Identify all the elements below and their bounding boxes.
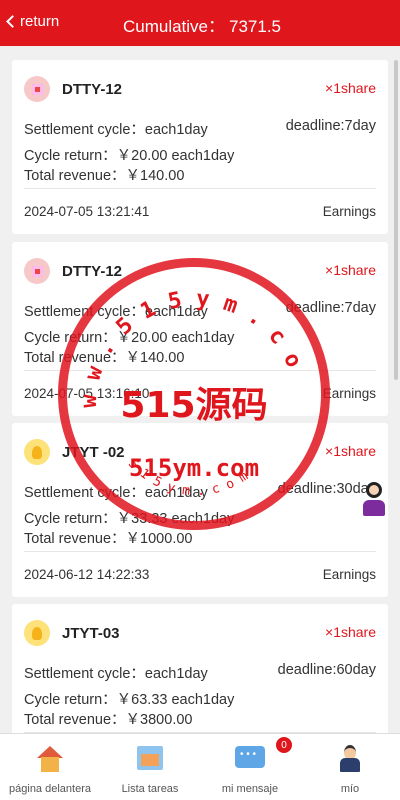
total-revenue-row: Total revenue：￥1000.00	[24, 527, 376, 548]
cycle-return-row: Cycle return：￥20.00 each1day	[24, 326, 376, 347]
bottom-tab-bar: página delantera Lista tareas mi mensaje…	[0, 733, 400, 800]
gift-icon	[24, 258, 50, 284]
deadline: deadline:60day	[277, 662, 376, 678]
tab-home[interactable]: página delantera	[0, 734, 100, 800]
product-name: JTYT -02	[62, 443, 125, 461]
deadline: deadline:7day	[285, 118, 376, 134]
message-icon	[235, 744, 265, 774]
earnings-link[interactable]: Earnings	[323, 386, 376, 401]
list-item[interactable]: JTYT-03 ×1share Settlement cycle：each1da…	[12, 604, 388, 733]
share-count: ×1share	[325, 80, 376, 96]
earnings-link[interactable]: Earnings	[323, 204, 376, 219]
tab-label: mi mensaje	[221, 783, 279, 795]
bulb-icon	[24, 620, 50, 646]
profile-icon	[335, 744, 365, 774]
cycle-return-row: Cycle return：￥20.00 each1day	[24, 144, 376, 165]
card-header: JTYT -02	[24, 439, 125, 465]
settlement-cycle: Settlement cycle：each1day	[24, 122, 208, 138]
purchase-date: 2024-07-05 13:16:10	[24, 386, 150, 401]
settlement-row: Settlement cycle：each1day deadline:60day	[24, 662, 376, 683]
share-count: ×1share	[325, 443, 376, 459]
list-item[interactable]: DTTY-12 ×1share Settlement cycle：each1da…	[12, 242, 388, 416]
cycle-return: Cycle return：￥20.00 each1day	[24, 148, 235, 164]
settlement-row: Settlement cycle：each1day deadline:30day	[24, 481, 376, 502]
settlement-cycle: Settlement cycle：each1day	[24, 485, 208, 501]
header-bar: return Cumulative： 7371.5	[0, 0, 400, 46]
purchase-date: 2024-06-12 14:22:33	[24, 567, 150, 582]
settlement-row: Settlement cycle：each1day deadline:7day	[24, 118, 376, 139]
home-icon	[35, 744, 65, 774]
agent-body	[363, 500, 385, 516]
total-revenue-row: Total revenue：￥140.00	[24, 346, 376, 367]
cycle-return-row: Cycle return：￥33.33 each1day	[24, 507, 376, 528]
total-revenue: Total revenue：￥1000.00	[24, 531, 193, 547]
cycle-return-row: Cycle return：￥63.33 each1day	[24, 688, 376, 709]
bulb-icon	[24, 439, 50, 465]
list-item[interactable]: DTTY-12 ×1share Settlement cycle：each1da…	[12, 60, 388, 234]
tab-label: página delantera	[9, 783, 91, 795]
total-revenue: Total revenue：￥140.00	[24, 350, 185, 366]
settlement-cycle: Settlement cycle：each1day	[24, 666, 208, 682]
product-name: DTTY-12	[62, 262, 123, 280]
task-list-icon	[135, 744, 165, 774]
settlement-row: Settlement cycle：each1day deadline:7day	[24, 300, 376, 321]
scrollbar[interactable]	[394, 60, 398, 380]
product-name: JTYT-03	[62, 624, 120, 642]
tab-profile[interactable]: mío	[300, 734, 400, 800]
card-header: JTYT-03	[24, 620, 120, 646]
page-title: Cumulative： 7371.5	[0, 12, 400, 37]
divider	[24, 551, 376, 552]
divider	[24, 370, 376, 371]
purchase-date: 2024-07-05 13:21:41	[24, 204, 150, 219]
customer-service-icon[interactable]	[360, 480, 388, 518]
headset-icon	[366, 482, 382, 498]
title-label: Cumulative：	[122, 17, 226, 36]
cycle-return: Cycle return：￥63.33 each1day	[24, 692, 235, 708]
total-revenue: Total revenue：￥3800.00	[24, 712, 193, 728]
total-revenue: Total revenue：￥140.00	[24, 168, 185, 184]
list-item[interactable]: JTYT -02 ×1share Settlement cycle：each1d…	[12, 423, 388, 597]
card-header: DTTY-12	[24, 76, 122, 102]
share-count: ×1share	[325, 624, 376, 640]
cycle-return: Cycle return：￥33.33 each1day	[24, 511, 235, 527]
share-count: ×1share	[325, 262, 376, 278]
total-revenue-row: Total revenue：￥3800.00	[24, 708, 376, 729]
cycle-return: Cycle return：￥20.00 each1day	[24, 330, 235, 346]
tab-label: Lista tareas	[121, 783, 179, 795]
tab-label: mío	[340, 783, 360, 795]
card-header: DTTY-12	[24, 258, 122, 284]
cumulative-value: 7371.5	[229, 17, 282, 36]
total-revenue-row: Total revenue：￥140.00	[24, 164, 376, 185]
message-badge: 0	[276, 737, 292, 753]
product-name: DTTY-12	[62, 80, 123, 98]
deadline: deadline:7day	[285, 300, 376, 316]
gift-icon	[24, 76, 50, 102]
divider	[24, 188, 376, 189]
settlement-cycle: Settlement cycle：each1day	[24, 304, 208, 320]
investment-list[interactable]: DTTY-12 ×1share Settlement cycle：each1da…	[0, 46, 400, 733]
tab-task-list[interactable]: Lista tareas	[100, 734, 200, 800]
earnings-link[interactable]: Earnings	[323, 567, 376, 582]
